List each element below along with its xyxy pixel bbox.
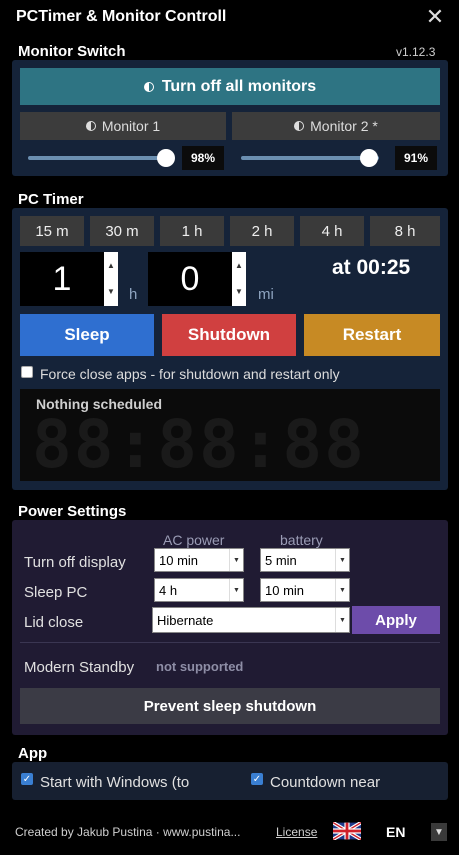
modern-standby-label: Modern Standby (24, 659, 135, 676)
lid-close-label: Lid close (24, 614, 84, 631)
sleep-ac-select[interactable]: 4 h ▼ (154, 578, 244, 602)
preset-1h-button[interactable]: 1 h (160, 216, 224, 246)
turn-off-all-monitors-button[interactable]: Turn off all monitors (20, 68, 440, 105)
hours-input[interactable]: 1 (20, 252, 104, 306)
version-label: v1.12.3 (396, 45, 436, 59)
hours-stepper[interactable]: ▲ ▼ (104, 252, 118, 306)
countdown-near-checkbox[interactable]: ✓ (251, 773, 263, 785)
window-title: PCTimer & Monitor Controll (16, 8, 227, 25)
license-link[interactable]: License (276, 825, 317, 839)
monitor-1-brightness-slider[interactable] (28, 156, 168, 160)
divider (20, 642, 440, 643)
preset-8h-button[interactable]: 8 h (370, 216, 440, 246)
countdown-display: 88:88:88 (32, 406, 366, 483)
language-label: EN (386, 824, 406, 840)
chevron-down-icon: ▼ (335, 608, 349, 632)
sleep-ac-value: 4 h (159, 582, 178, 598)
sleep-pc-label: Sleep PC (24, 584, 88, 601)
language-dropdown-icon[interactable]: ▼ (431, 823, 447, 841)
monitor-2-label: Monitor 2 * (310, 118, 378, 134)
shutdown-button[interactable]: Shutdown (162, 314, 296, 356)
monitor-1-brightness-value: 98% (182, 146, 224, 170)
preset-4h-button[interactable]: 4 h (300, 216, 364, 246)
display-battery-value: 5 min (265, 552, 297, 568)
turn-off-all-label: Turn off all monitors (161, 77, 317, 95)
display-battery-select[interactable]: 5 min ▼ (260, 548, 350, 572)
minutes-input[interactable]: 0 (148, 252, 232, 306)
start-with-windows-checkbox[interactable]: ✓ (21, 773, 33, 785)
power-settings-heading: Power Settings (18, 503, 127, 520)
monitor-2-button[interactable]: Monitor 2 * (232, 112, 440, 140)
display-ac-value: 10 min (159, 552, 199, 568)
hours-unit-label: h (129, 286, 138, 303)
monitor-1-slider-thumb[interactable] (157, 149, 175, 167)
sleep-battery-select[interactable]: 10 min ▼ (260, 578, 350, 602)
close-icon[interactable]: ✕ (420, 3, 450, 31)
prevent-sleep-shutdown-button[interactable]: Prevent sleep shutdown (20, 688, 440, 724)
monitor-switch-heading: Monitor Switch (18, 43, 126, 60)
monitor-1-label: Monitor 1 (101, 118, 161, 134)
contrast-icon (85, 121, 96, 131)
app-heading: App (18, 745, 48, 762)
chevron-down-icon: ▼ (229, 549, 243, 571)
footer-credit: Created by Jakub Pustina · www.pustina..… (15, 825, 241, 839)
force-close-checkbox[interactable] (21, 366, 33, 378)
contrast-icon (143, 81, 154, 92)
chevron-down-icon: ▼ (229, 579, 243, 601)
restart-button[interactable]: Restart (304, 314, 440, 356)
lid-close-value: Hibernate (157, 612, 214, 628)
lid-close-select[interactable]: Hibernate ▼ (152, 607, 350, 633)
minutes-up-icon[interactable]: ▲ (232, 252, 246, 278)
uk-flag-icon[interactable] (333, 822, 361, 840)
hours-down-icon[interactable]: ▼ (104, 278, 118, 304)
minutes-stepper[interactable]: ▲ ▼ (232, 252, 246, 306)
chevron-down-icon: ▼ (335, 579, 349, 601)
turn-off-display-label: Turn off display (24, 554, 126, 571)
battery-column-header: battery (280, 532, 323, 548)
apply-button[interactable]: Apply (352, 606, 440, 634)
minutes-down-icon[interactable]: ▼ (232, 278, 246, 304)
modern-standby-value: not supported (156, 659, 244, 674)
ac-power-column-header: AC power (163, 532, 225, 548)
countdown-near-label: Countdown near (270, 774, 381, 790)
scheduled-time-label: at 00:25 (332, 256, 411, 279)
sleep-battery-value: 10 min (265, 582, 305, 598)
monitor-2-slider-thumb[interactable] (360, 149, 378, 167)
monitor-1-button[interactable]: Monitor 1 (20, 112, 226, 140)
monitor-2-brightness-value: 91% (395, 146, 437, 170)
preset-30m-button[interactable]: 30 m (90, 216, 154, 246)
preset-15m-button[interactable]: 15 m (20, 216, 84, 246)
sleep-button[interactable]: Sleep (20, 314, 154, 356)
force-close-label: Force close apps - for shutdown and rest… (40, 366, 340, 382)
monitor-2-brightness-slider[interactable] (241, 156, 379, 160)
preset-2h-button[interactable]: 2 h (230, 216, 294, 246)
pc-timer-heading: PC Timer (18, 191, 84, 208)
display-ac-select[interactable]: 10 min ▼ (154, 548, 244, 572)
start-with-windows-label: Start with Windows (to (40, 774, 190, 790)
contrast-icon (294, 121, 305, 131)
hours-up-icon[interactable]: ▲ (104, 252, 118, 278)
chevron-down-icon: ▼ (335, 549, 349, 571)
minutes-unit-label: mi (258, 286, 274, 303)
